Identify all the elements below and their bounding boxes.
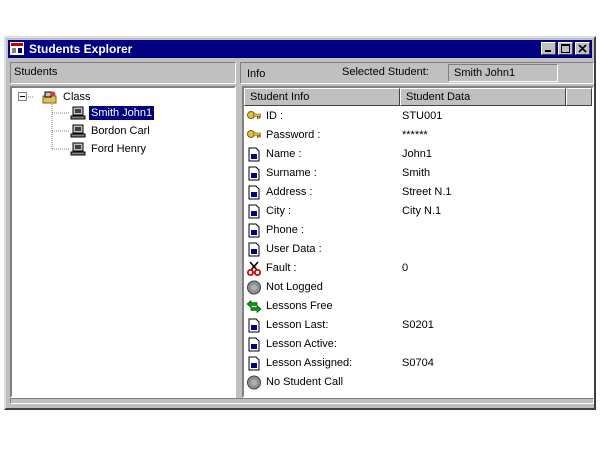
selected-student-value: Smith John1 xyxy=(454,67,516,79)
info-field-label: No Student Call xyxy=(266,376,344,388)
document-icon xyxy=(248,337,260,352)
info-field-label: Address : xyxy=(266,186,313,198)
window-title: Students Explorer xyxy=(29,42,133,56)
info-row[interactable]: Password : ****** xyxy=(244,126,592,145)
key-icon xyxy=(247,130,261,138)
info-header: Info Selected Student: Smith John1 xyxy=(240,62,594,84)
info-field-label: Not Logged xyxy=(266,281,323,293)
info-row[interactable]: Not Logged xyxy=(244,278,592,297)
info-field-label: User Data : xyxy=(266,243,322,255)
collapse-icon[interactable] xyxy=(18,92,28,102)
tree-node-class[interactable]: Class xyxy=(18,89,93,105)
students-header: Students xyxy=(10,62,236,84)
document-icon xyxy=(248,166,260,181)
title-bar[interactable]: Students Explorer xyxy=(8,40,592,58)
info-field-label: ID : xyxy=(266,110,284,122)
info-field-value: 0 xyxy=(402,262,409,274)
info-field-label: Phone : xyxy=(266,224,304,236)
info-field-label: Lesson Assigned: xyxy=(266,357,353,369)
document-icon xyxy=(248,242,260,257)
info-row[interactable]: Name : John1 xyxy=(244,145,592,164)
minimize-button[interactable] xyxy=(541,42,556,55)
column-header-student-data[interactable]: Student Data xyxy=(400,88,566,106)
info-row[interactable]: Lesson Assigned: S0704 xyxy=(244,354,592,373)
status-bar xyxy=(10,398,594,404)
info-row[interactable]: Address : Street N.1 xyxy=(244,183,592,202)
status-circle-icon xyxy=(247,280,261,295)
tree-node-student[interactable]: Bordon Carl xyxy=(70,123,152,139)
info-rows: ID : STU001 Password : ****** Name : John1 Sur… xyxy=(244,107,592,392)
info-row[interactable]: Lesson Last: S0201 xyxy=(244,316,592,335)
info-label: Info xyxy=(247,68,266,80)
column-header-filler xyxy=(566,88,592,106)
student-label: Smith John1 xyxy=(87,105,156,121)
document-icon xyxy=(248,185,260,200)
info-field-label: Lesson Active: xyxy=(266,338,337,350)
student-info-list[interactable]: Student Info Student Data ID : STU001 Pass… xyxy=(242,86,594,398)
info-field-label: Surname : xyxy=(266,167,317,179)
document-icon xyxy=(248,223,260,238)
arrows-icon xyxy=(246,299,262,314)
close-button[interactable] xyxy=(575,42,590,55)
info-field-value: City N.1 xyxy=(402,205,442,217)
info-row[interactable]: Phone : xyxy=(244,221,592,240)
info-row[interactable]: City : City N.1 xyxy=(244,202,592,221)
tree-node-student[interactable]: Smith John1 xyxy=(70,105,156,121)
tree-node-student[interactable]: Ford Henry xyxy=(70,141,148,157)
minimize-icon xyxy=(545,50,551,52)
info-field-value: Smith xyxy=(402,167,431,179)
info-field-label: Password : xyxy=(266,129,321,141)
info-field-value: S0201 xyxy=(402,319,434,331)
scissors-icon xyxy=(247,261,261,276)
info-field-value: John1 xyxy=(402,148,432,160)
info-row[interactable]: Fault : 0 xyxy=(244,259,592,278)
document-icon xyxy=(248,318,260,333)
info-field-value: ****** xyxy=(402,129,428,141)
tree-root-label: Class xyxy=(63,91,91,103)
info-field-label: Name : xyxy=(266,148,302,160)
info-field-label: Lesson Last: xyxy=(266,319,329,331)
maximize-button[interactable] xyxy=(558,42,573,55)
student-label: Bordon Carl xyxy=(91,125,150,137)
document-icon xyxy=(248,356,260,371)
maximize-icon xyxy=(561,44,570,53)
info-row[interactable]: Lessons Free xyxy=(244,297,592,316)
selected-student-field: Smith John1 xyxy=(448,64,558,82)
info-field-value: S0704 xyxy=(402,357,434,369)
info-row[interactable]: ID : STU001 xyxy=(244,107,592,126)
students-header-label: Students xyxy=(14,66,58,78)
computer-icon xyxy=(70,142,86,156)
info-row[interactable]: User Data : xyxy=(244,240,592,259)
selected-student-label: Selected Student: xyxy=(342,66,429,78)
computer-icon xyxy=(70,106,86,120)
info-field-value: Street N.1 xyxy=(402,186,452,198)
students-tree[interactable]: Class Smith John1 Bordon Carl Ford Henry xyxy=(10,86,236,398)
students-explorer-window: Students Explorer Students Info Selected… xyxy=(4,36,596,410)
info-field-value: STU001 xyxy=(402,110,443,122)
key-icon xyxy=(247,111,261,119)
info-row[interactable]: Surname : Smith xyxy=(244,164,592,183)
computer-icon xyxy=(70,124,86,138)
student-label: Ford Henry xyxy=(91,143,147,155)
info-field-label: Fault : xyxy=(266,262,297,274)
status-circle-icon xyxy=(247,375,261,390)
info-row[interactable]: No Student Call xyxy=(244,373,592,392)
document-icon xyxy=(248,204,260,219)
document-icon xyxy=(248,147,260,162)
app-icon xyxy=(10,42,24,55)
class-icon xyxy=(42,91,57,104)
info-row[interactable]: Lesson Active: xyxy=(244,335,592,354)
column-header-student-info[interactable]: Student Info xyxy=(244,88,400,106)
close-icon xyxy=(578,44,587,53)
info-field-label: Lessons Free xyxy=(266,300,333,312)
info-field-label: City : xyxy=(266,205,292,217)
